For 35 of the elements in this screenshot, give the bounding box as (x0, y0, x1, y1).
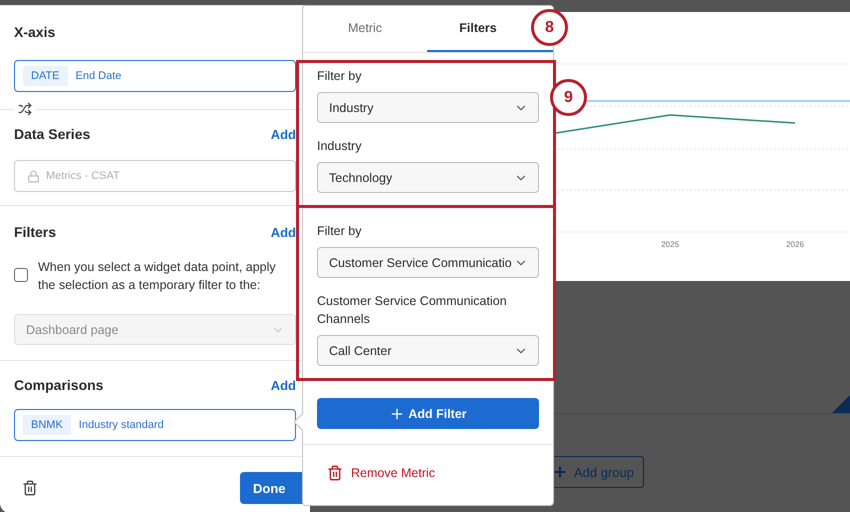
field-label: Customer Service Communication Channels (317, 293, 508, 328)
filter-value-select[interactable]: Technology (317, 162, 539, 193)
checkbox[interactable] (14, 268, 28, 282)
add-link[interactable]: Add (270, 126, 296, 142)
section-title: X-axis (14, 24, 56, 40)
comparison-field[interactable]: BNMK Industry standard (14, 409, 296, 441)
field-label: Filter by (317, 68, 362, 85)
remove-metric-link[interactable]: Remove Metric (327, 465, 436, 481)
field-value: End Date (76, 70, 122, 82)
section-title: Comparisons (14, 377, 104, 393)
axis-label: 2026 (786, 240, 804, 249)
lock-icon (27, 170, 40, 182)
corner-triangle-icon (832, 395, 850, 413)
add-link[interactable]: Add (270, 224, 296, 240)
filter-by-select[interactable]: Industry (317, 92, 539, 123)
axis-label: 2025 (661, 240, 679, 249)
trash-icon[interactable] (22, 480, 38, 496)
field-tag: DATE (23, 66, 68, 86)
checkbox-label: When you select a widget data point, apply the selection as a temporary filter to the: (38, 259, 277, 294)
filter-value-select[interactable]: Call Center (317, 335, 539, 366)
field-tag: BNMK (23, 415, 71, 435)
field-label: Industry (317, 138, 362, 155)
tab[interactable]: Metric (303, 6, 427, 52)
add-filter-button[interactable]: Add Filter (317, 398, 539, 429)
trash-icon (327, 465, 343, 481)
field-value: Industry standard (78, 419, 164, 431)
section-title: Filters (14, 224, 56, 240)
tab[interactable]: Filters (427, 6, 529, 52)
add-link[interactable]: Add (270, 378, 296, 392)
filter-by-select[interactable]: Customer Service Communicatio (317, 247, 539, 278)
field-value: Metrics - CSAT (46, 170, 120, 182)
field-label: Filter by (317, 223, 362, 240)
x-axis-field[interactable]: DATE End Date (14, 60, 296, 92)
section-title: Data Series (14, 126, 90, 142)
plus-icon (552, 464, 568, 480)
